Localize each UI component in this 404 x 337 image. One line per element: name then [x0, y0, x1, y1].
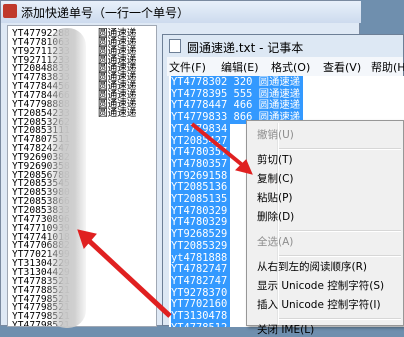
arrow-to-textarea [84, 236, 172, 318]
arrow-to-copy [190, 122, 248, 170]
annotation-arrows [77, 122, 253, 318]
